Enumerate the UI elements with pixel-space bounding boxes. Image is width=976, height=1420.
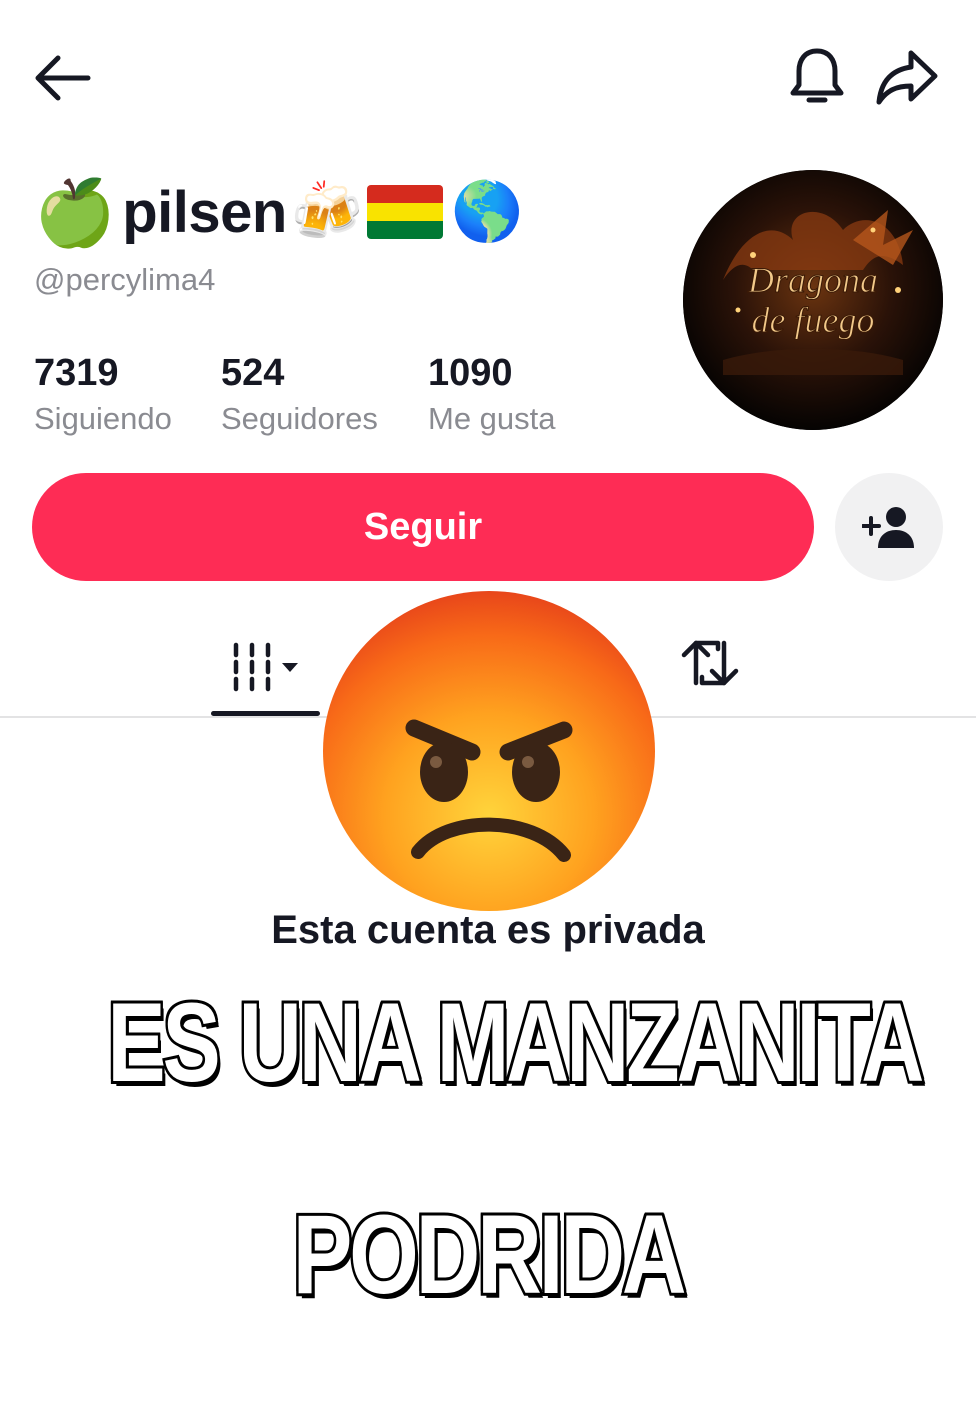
- back-button[interactable]: [28, 44, 96, 112]
- share-button[interactable]: [870, 42, 944, 112]
- tab-videos[interactable]: [212, 620, 320, 716]
- bell-icon: [790, 48, 844, 103]
- likes-label: Me gusta: [428, 401, 556, 436]
- private-account-title: Esta cuenta es privada: [271, 908, 705, 952]
- meme-caption-line1: Es una manzanita: [105, 977, 927, 1108]
- share-arrow-icon: [876, 50, 938, 105]
- followers-label: Seguidores: [221, 401, 378, 436]
- grid-icon: [233, 642, 298, 692]
- display-name: pilsen: [122, 179, 287, 245]
- avatar[interactable]: Dragona de fuego: [683, 170, 943, 430]
- avatar-image: Dragona de fuego: [683, 170, 943, 430]
- avatar-text-line2: de fuego: [752, 300, 875, 340]
- tab-reposts[interactable]: [666, 620, 754, 706]
- chevron-down-icon: [282, 663, 298, 672]
- bolivia-flag-icon: [367, 185, 444, 239]
- beer-mugs-emoji: 🍻: [290, 179, 364, 244]
- display-name-row: 🍏 pilsen 🍻 🌎: [34, 170, 523, 254]
- username: @percylima4: [34, 262, 216, 297]
- stat-followers[interactable]: 524 Seguidores: [221, 352, 378, 437]
- top-bar: [0, 0, 976, 150]
- likes-count: 1090: [428, 352, 513, 394]
- add-user-icon: [862, 507, 914, 548]
- globe-emoji: 🌎: [451, 179, 524, 244]
- following-label: Siguiendo: [34, 401, 172, 436]
- stat-likes[interactable]: 1090 Me gusta: [428, 352, 556, 437]
- angry-face-emoji: [323, 591, 655, 911]
- stat-following[interactable]: 7319 Siguiendo: [34, 352, 172, 437]
- suggested-accounts-button[interactable]: [835, 473, 943, 581]
- avatar-text-line1: Dragona: [747, 260, 878, 300]
- meme-caption-line2: podrida: [290, 1189, 689, 1320]
- green-apple-emoji: 🍏: [34, 175, 117, 249]
- followers-count: 524: [221, 352, 285, 394]
- notifications-button[interactable]: [782, 42, 852, 112]
- repost-icon: [681, 640, 739, 686]
- arrow-left-icon: [35, 55, 91, 101]
- follow-button[interactable]: Seguir: [32, 473, 814, 581]
- following-count: 7319: [34, 352, 119, 394]
